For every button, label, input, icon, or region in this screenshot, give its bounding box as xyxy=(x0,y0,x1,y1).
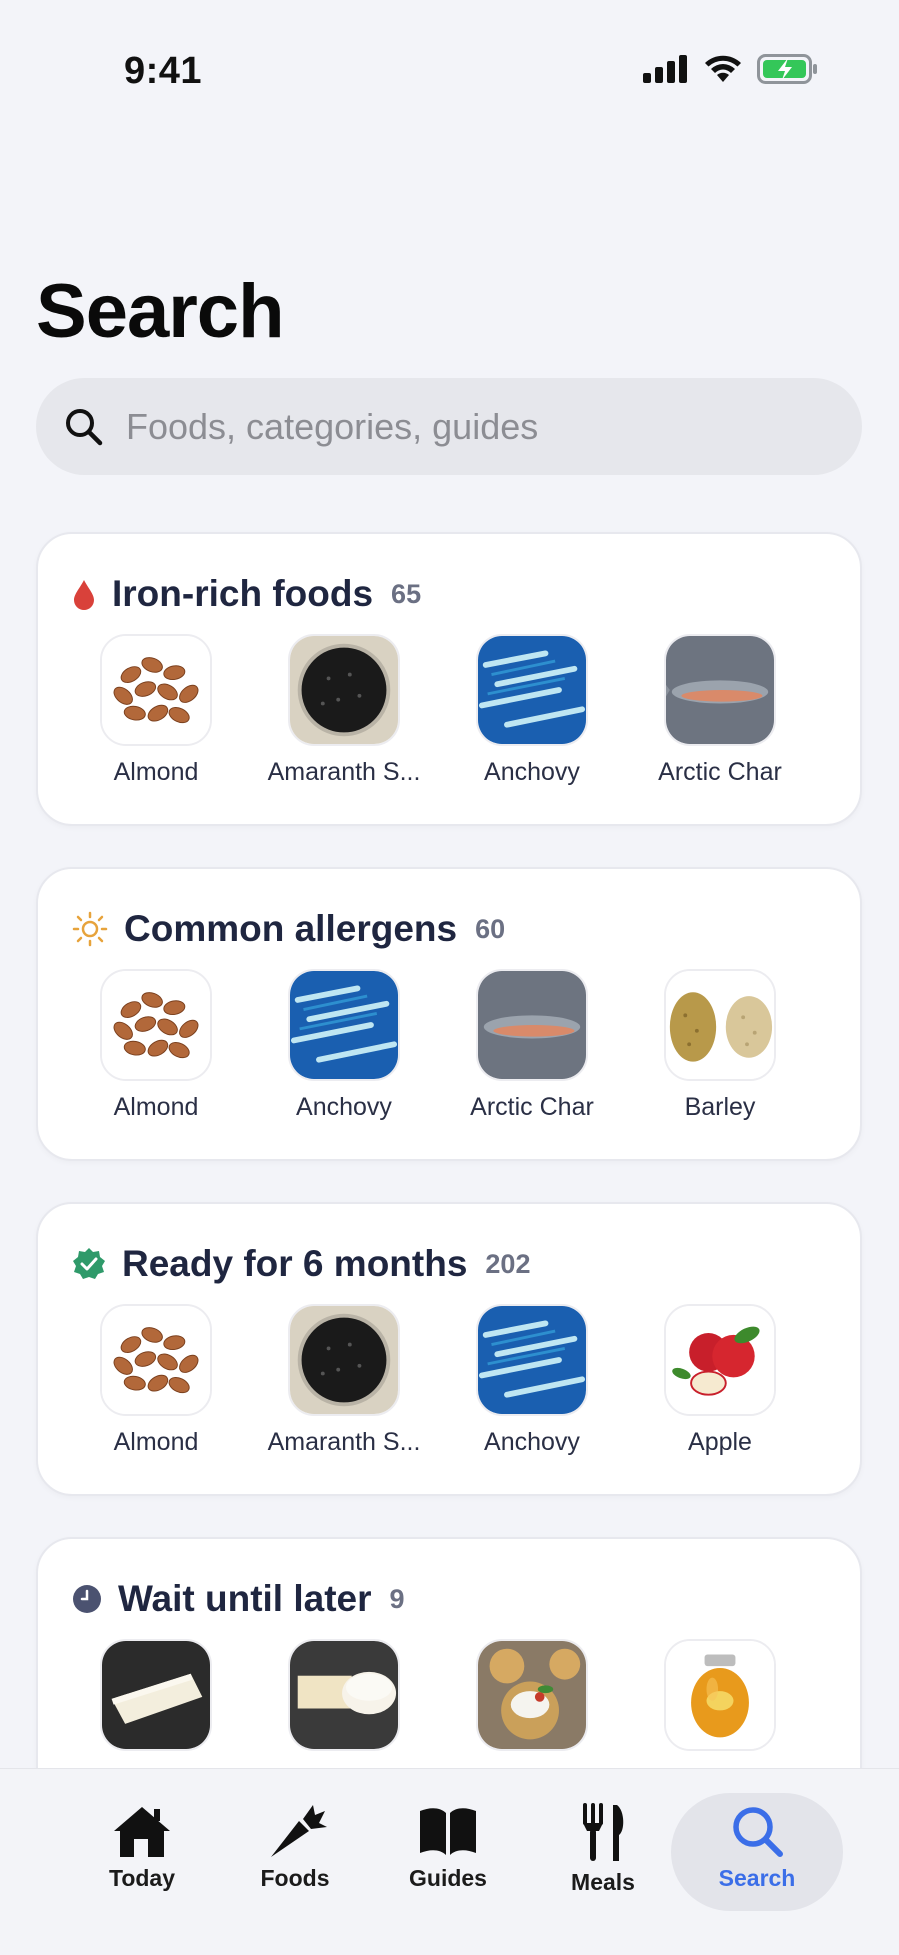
tab-label: Meals xyxy=(571,1869,635,1895)
allergen-sun-icon xyxy=(72,911,108,947)
food-item-label: Almond xyxy=(113,1093,199,1121)
food-item-arctic-char[interactable]: Arctic Char xyxy=(437,969,627,1122)
search-icon xyxy=(66,408,103,445)
clock-icon xyxy=(73,1585,101,1613)
tab-guides[interactable]: Guides xyxy=(373,1793,523,1911)
section-header[interactable]: Iron-rich foods 65 xyxy=(72,568,421,620)
section-count: 60 xyxy=(475,913,506,944)
battery-charging-icon xyxy=(757,54,817,84)
tab-label: Foods xyxy=(260,1865,330,1891)
cellular-signal-icon xyxy=(643,55,687,83)
food-thumbnail-almonds xyxy=(100,1304,212,1416)
food-item-almond[interactable]: Almond xyxy=(61,969,251,1122)
food-item-barley[interactable]: Barley xyxy=(625,969,815,1122)
fork-knife-icon xyxy=(583,1803,624,1861)
food-item-amaranth[interactable]: Amaranth S... xyxy=(249,634,439,787)
food-item-brie[interactable] xyxy=(61,1639,251,1751)
tab-label: Today xyxy=(108,1865,176,1891)
section-header[interactable]: Wait until later 9 xyxy=(72,1573,405,1625)
food-item-label: Apple xyxy=(688,1428,752,1456)
food-item-label: Anchovy xyxy=(484,1428,580,1456)
tab-foods[interactable]: Foods xyxy=(220,1793,370,1911)
tab-today[interactable]: Today xyxy=(67,1793,217,1911)
food-thumbnail-apple xyxy=(664,1304,776,1416)
tab-meals[interactable]: Meals xyxy=(528,1793,678,1911)
food-item-label: Barley xyxy=(684,1093,756,1121)
food-item-label: Almond xyxy=(113,1428,199,1456)
wifi-icon xyxy=(705,55,741,82)
section-card-iron-rich[interactable]: Iron-rich foods 65 Almond Amaranth S... … xyxy=(36,532,862,826)
food-thumbnail-arctic-char xyxy=(476,969,588,1081)
food-item-anchovy[interactable]: Anchovy xyxy=(437,1304,627,1457)
check-badge-icon xyxy=(73,1248,105,1279)
search-icon xyxy=(733,1807,783,1857)
food-thumbnail-cheese-crackers xyxy=(476,1639,588,1751)
food-thumbnail-anchovy xyxy=(288,969,400,1081)
section-header[interactable]: Ready for 6 months 202 xyxy=(72,1238,530,1290)
section-header[interactable]: Common allergens 60 xyxy=(72,903,505,955)
food-item-label: Arctic Char xyxy=(470,1093,594,1121)
food-item-cheese-crackers[interactable] xyxy=(437,1639,627,1751)
blood-drop-icon xyxy=(74,580,94,610)
house-icon xyxy=(114,1807,170,1857)
status-bar: 9:41 xyxy=(0,0,899,140)
page-title: Search xyxy=(36,269,284,354)
tab-label: Search xyxy=(718,1865,796,1891)
food-thumbnail-arctic-char xyxy=(664,634,776,746)
food-item-apple[interactable]: Apple xyxy=(625,1304,815,1457)
food-item-label: Amaranth S... xyxy=(267,1428,421,1456)
food-item-camembert[interactable] xyxy=(249,1639,439,1751)
food-thumbnail-amaranth-seeds xyxy=(288,634,400,746)
food-thumbnail-almonds xyxy=(100,634,212,746)
food-item-label: Arctic Char xyxy=(658,758,782,786)
section-count: 65 xyxy=(391,578,422,609)
food-thumbnail-barley xyxy=(664,969,776,1081)
food-item-anchovy[interactable]: Anchovy xyxy=(437,634,627,787)
food-thumbnail-anchovy xyxy=(476,634,588,746)
section-title: Common allergens xyxy=(124,908,458,949)
food-item-label: Anchovy xyxy=(484,758,580,786)
section-count: 9 xyxy=(389,1583,405,1614)
food-item-label: Almond xyxy=(113,758,199,786)
book-icon xyxy=(420,1808,476,1855)
food-thumbnail-anchovy xyxy=(476,1304,588,1416)
section-card-ready-6-months[interactable]: Ready for 6 months 202 Almond Amaranth S… xyxy=(36,1202,862,1496)
food-item-amaranth[interactable]: Amaranth S... xyxy=(249,1304,439,1457)
food-item-arctic-char[interactable]: Arctic Char xyxy=(625,634,815,787)
food-thumbnail-amaranth-seeds xyxy=(288,1304,400,1416)
food-thumbnail-almonds xyxy=(100,969,212,1081)
food-item-almond[interactable]: Almond xyxy=(61,634,251,787)
section-title: Wait until later xyxy=(118,1578,372,1619)
tab-label: Guides xyxy=(409,1865,487,1891)
tab-search[interactable]: Search xyxy=(671,1793,843,1911)
section-card-common-allergens[interactable]: Common allergens 60 Almond Anchovy Arcti… xyxy=(36,867,862,1161)
food-thumbnail-brie xyxy=(100,1639,212,1751)
food-item-label: Anchovy xyxy=(296,1093,392,1121)
status-icons xyxy=(643,54,819,84)
section-count: 202 xyxy=(485,1248,531,1279)
food-item-anchovy[interactable]: Anchovy xyxy=(249,969,439,1122)
section-title: Ready for 6 months xyxy=(122,1243,468,1284)
food-thumbnail-honey xyxy=(664,1639,776,1751)
search-bar[interactable] xyxy=(36,378,862,475)
food-item-honey[interactable] xyxy=(625,1639,815,1751)
food-item-label: Amaranth S... xyxy=(267,758,421,786)
food-thumbnail-camembert xyxy=(288,1639,400,1751)
search-input[interactable] xyxy=(126,405,826,448)
section-title: Iron-rich foods xyxy=(112,573,374,614)
status-time: 9:41 xyxy=(124,50,203,92)
tab-bar: Today Foods Guides Meals Search xyxy=(0,1768,899,1955)
food-item-almond[interactable]: Almond xyxy=(61,1304,251,1457)
carrot-icon xyxy=(271,1805,327,1857)
